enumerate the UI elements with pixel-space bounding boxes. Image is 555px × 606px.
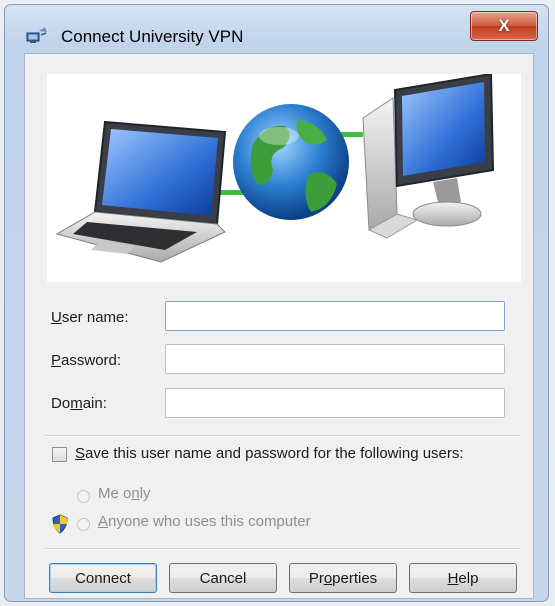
username-input[interactable] <box>165 301 505 331</box>
close-icon: X <box>498 16 510 35</box>
anyone-label: Anyone who uses this computer <box>98 513 311 530</box>
close-button[interactable]: X <box>470 11 538 41</box>
properties-button[interactable]: Pr o perties <box>289 563 397 593</box>
domain-input[interactable] <box>165 388 505 418</box>
connect-button[interactable]: Connect <box>49 563 157 593</box>
password-input[interactable] <box>165 344 505 374</box>
vpn-connect-dialog: Connect University VPN X User name: Pass… <box>4 4 549 602</box>
separator-bottom <box>45 548 521 550</box>
network-connection-icon <box>26 27 47 43</box>
window-title: Connect University VPN <box>61 27 244 46</box>
save-credentials-checkbox[interactable] <box>52 447 67 462</box>
username-label: User name: <box>51 309 129 326</box>
me-only-radio[interactable] <box>77 490 90 503</box>
me-only-label: Me only <box>98 485 151 502</box>
globe-icon <box>233 104 349 220</box>
anyone-radio[interactable] <box>77 518 90 531</box>
dialog-body: User name: Password: Domain: Save this u… <box>24 53 534 599</box>
uac-shield-icon <box>52 514 68 534</box>
domain-label: Domain: <box>51 395 107 412</box>
vpn-banner-illustration <box>47 74 521 282</box>
password-label: Password: <box>51 352 122 369</box>
title-bar[interactable]: Connect University VPN X <box>5 5 548 51</box>
help-button[interactable]: Help <box>409 563 517 593</box>
separator-top <box>45 435 521 437</box>
save-credentials-label[interactable]: Save this user name and password for the… <box>75 445 464 462</box>
cancel-button[interactable]: Cancel <box>169 563 277 593</box>
